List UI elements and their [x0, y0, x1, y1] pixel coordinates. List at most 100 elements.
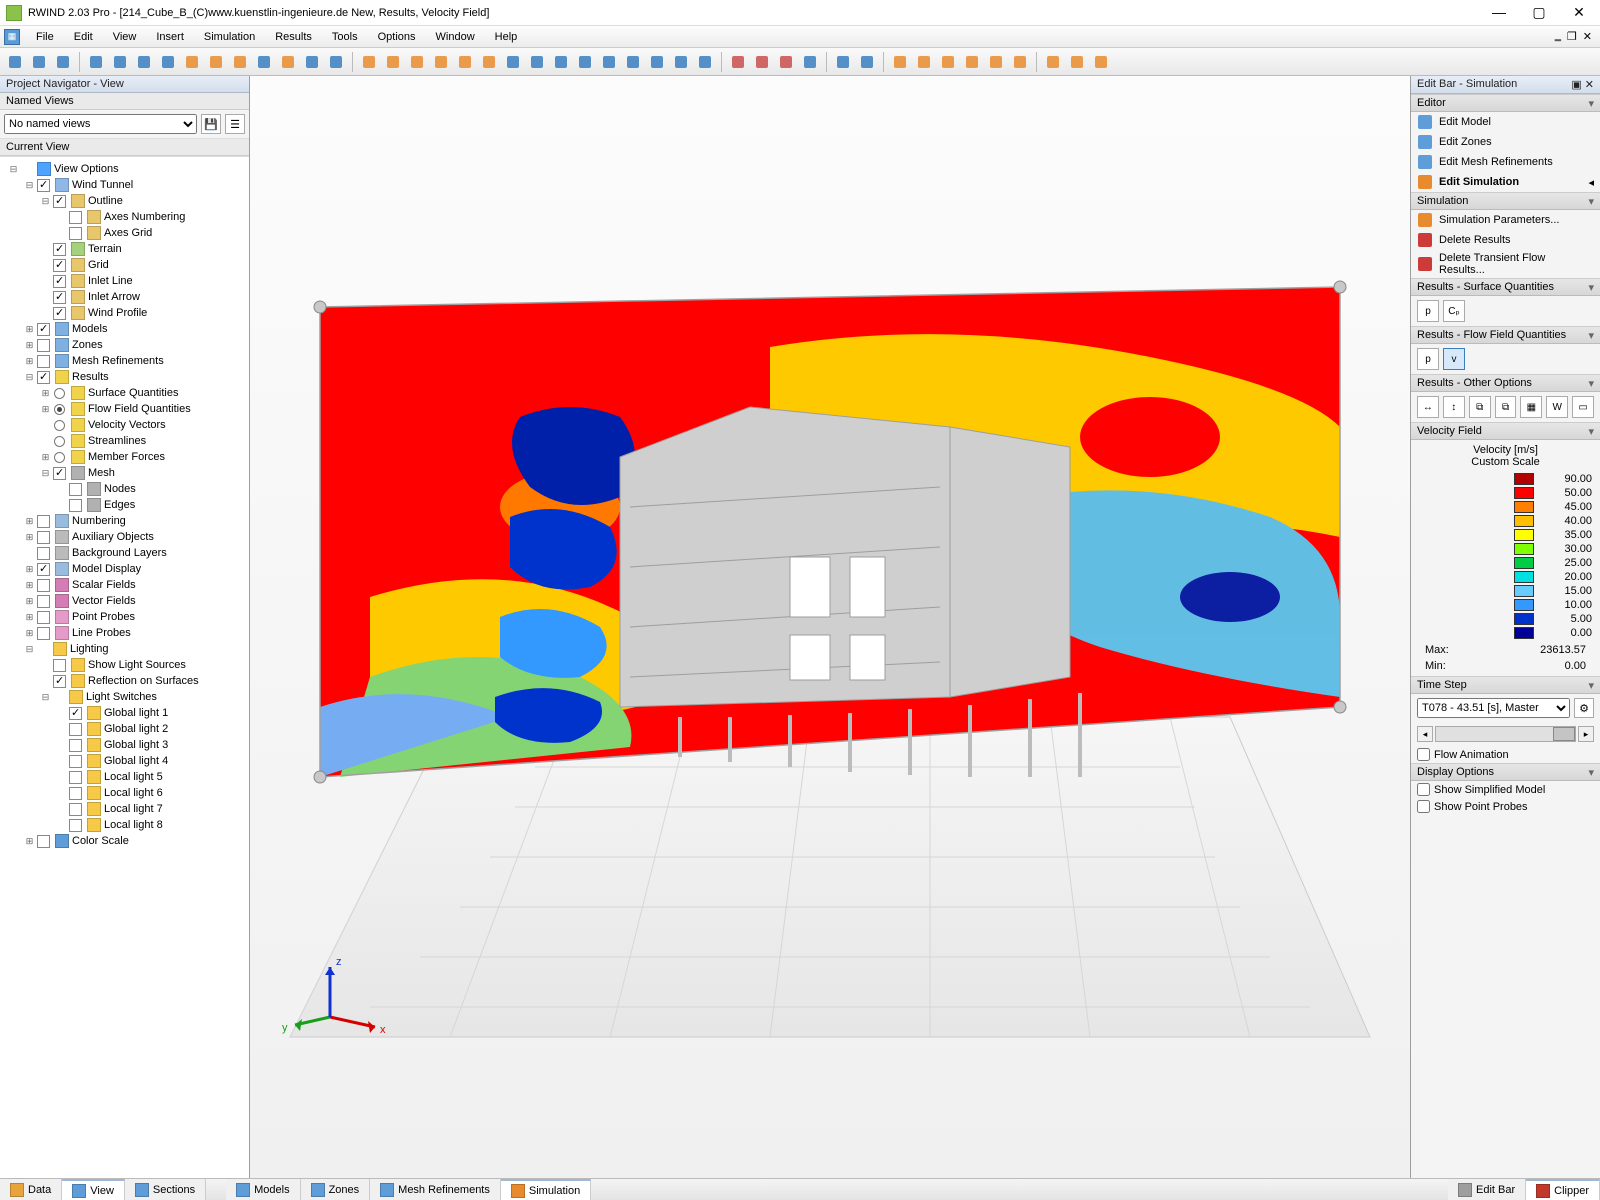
tree-item[interactable]: ⊞Scalar Fields	[2, 577, 247, 593]
toolbar-button-21[interactable]	[478, 51, 500, 73]
toolbar-button-14[interactable]	[325, 51, 347, 73]
other-option-button[interactable]: ⧉	[1469, 396, 1491, 418]
quantity-button[interactable]: v	[1443, 348, 1465, 370]
close-button[interactable]: ✕	[1568, 4, 1590, 21]
menu-edit[interactable]: Edit	[64, 29, 103, 45]
toolbar-button-35[interactable]	[799, 51, 821, 73]
tree-item[interactable]: Velocity Vectors	[2, 417, 247, 433]
named-views-combo[interactable]: No named views	[4, 114, 197, 134]
tree-item[interactable]: Background Layers	[2, 545, 247, 561]
toolbar-button-19[interactable]	[430, 51, 452, 73]
time-step-header[interactable]: Time Step▾	[1411, 676, 1600, 694]
other-option-button[interactable]: ▦	[1520, 396, 1542, 418]
toolbar-button-11[interactable]	[253, 51, 275, 73]
toolbar-button-2[interactable]	[52, 51, 74, 73]
tree-item[interactable]: Wind Profile	[2, 305, 247, 321]
show-simplified-checkbox[interactable]	[1417, 783, 1430, 796]
toolbar-button-40[interactable]	[889, 51, 911, 73]
toolbar-button-12[interactable]	[277, 51, 299, 73]
tree-item[interactable]: ⊟Results	[2, 369, 247, 385]
toolbar-button-27[interactable]	[622, 51, 644, 73]
other-option-button[interactable]: ↔	[1417, 396, 1439, 418]
flow-field-header[interactable]: Results - Flow Field Quantities▾	[1411, 326, 1600, 344]
toolbar-button-6[interactable]	[133, 51, 155, 73]
tree-item[interactable]: ⊟Outline	[2, 193, 247, 209]
tree-item[interactable]: ⊞Numbering	[2, 513, 247, 529]
named-views-manage-icon[interactable]: ☰	[225, 114, 245, 134]
simulation-item[interactable]: Delete Results	[1411, 230, 1600, 250]
tree-item[interactable]: ⊟Lighting	[2, 641, 247, 657]
editor-item[interactable]: Edit Model	[1411, 112, 1600, 132]
tree-item[interactable]: Nodes	[2, 481, 247, 497]
toolbar-button-25[interactable]	[574, 51, 596, 73]
toolbar-button-23[interactable]	[526, 51, 548, 73]
show-probes-checkbox[interactable]	[1417, 800, 1430, 813]
other-option-button[interactable]: W	[1546, 396, 1568, 418]
tree-item[interactable]: Axes Grid	[2, 225, 247, 241]
tree-item[interactable]: Global light 4	[2, 753, 247, 769]
tree-item[interactable]: ⊞Vector Fields	[2, 593, 247, 609]
toolbar-button-45[interactable]	[1009, 51, 1031, 73]
maximize-button[interactable]: ▢	[1528, 4, 1550, 21]
tree-item[interactable]: ⊞Models	[2, 321, 247, 337]
tree-item[interactable]: Inlet Arrow	[2, 289, 247, 305]
tree-item[interactable]: ⊞Flow Field Quantities	[2, 401, 247, 417]
toolbar-button-30[interactable]	[694, 51, 716, 73]
toolbar-button-0[interactable]	[4, 51, 26, 73]
quantity-button[interactable]: p	[1417, 300, 1439, 322]
menu-help[interactable]: Help	[485, 29, 528, 45]
velocity-field-header[interactable]: Velocity Field▾	[1411, 422, 1600, 440]
simulation-section-header[interactable]: Simulation▾	[1411, 192, 1600, 210]
toolbar-button-17[interactable]	[382, 51, 404, 73]
tree-item[interactable]: Axes Numbering	[2, 209, 247, 225]
tree-item[interactable]: ⊟Mesh	[2, 465, 247, 481]
toolbar-button-42[interactable]	[937, 51, 959, 73]
tree-item[interactable]: Local light 6	[2, 785, 247, 801]
tree-item[interactable]: Inlet Line	[2, 273, 247, 289]
mdi-close-icon[interactable]: ✕	[1583, 30, 1592, 43]
menu-file[interactable]: File	[26, 29, 64, 45]
toolbar-button-41[interactable]	[913, 51, 935, 73]
mdi-minimize-icon[interactable]: ‗	[1555, 30, 1561, 43]
toolbar-button-33[interactable]	[751, 51, 773, 73]
tree-item[interactable]: ⊞Model Display	[2, 561, 247, 577]
toolbar-button-37[interactable]	[832, 51, 854, 73]
editor-item[interactable]: Edit Mesh Refinements	[1411, 152, 1600, 172]
toolbar-button-24[interactable]	[550, 51, 572, 73]
toolbar-button-43[interactable]	[961, 51, 983, 73]
toolbar-button-38[interactable]	[856, 51, 878, 73]
tree-item[interactable]: ⊞Mesh Refinements	[2, 353, 247, 369]
view-tree[interactable]: ⊟View Options⊟Wind Tunnel⊟OutlineAxes Nu…	[0, 156, 249, 1178]
toolbar-button-34[interactable]	[775, 51, 797, 73]
tree-item[interactable]: Global light 3	[2, 737, 247, 753]
bottom-tab[interactable]: Sections	[125, 1179, 206, 1200]
other-option-button[interactable]: ⧉	[1495, 396, 1517, 418]
tree-item[interactable]: ⊟Light Switches	[2, 689, 247, 705]
other-option-button[interactable]: ▭	[1572, 396, 1594, 418]
tree-item[interactable]: Global light 2	[2, 721, 247, 737]
editor-section-header[interactable]: Editor▾	[1411, 94, 1600, 112]
toolbar-button-32[interactable]	[727, 51, 749, 73]
bottom-tab[interactable]: Clipper	[1526, 1179, 1600, 1200]
toolbar-button-26[interactable]	[598, 51, 620, 73]
flow-animation-checkbox[interactable]	[1417, 748, 1430, 761]
toolbar-button-10[interactable]	[229, 51, 251, 73]
toolbar-button-7[interactable]	[157, 51, 179, 73]
toolbar-button-44[interactable]	[985, 51, 1007, 73]
bottom-tab[interactable]: Models	[226, 1179, 300, 1200]
time-step-combo[interactable]: T078 - 43.51 [s], Master	[1417, 698, 1570, 718]
tree-item[interactable]: ⊞Auxiliary Objects	[2, 529, 247, 545]
tree-item[interactable]: Local light 5	[2, 769, 247, 785]
model-viewport[interactable]: x y z	[250, 76, 1410, 1178]
tree-item[interactable]: ⊞Zones	[2, 337, 247, 353]
toolbar-button-49[interactable]	[1090, 51, 1112, 73]
menu-insert[interactable]: Insert	[146, 29, 194, 45]
minimize-button[interactable]: —	[1488, 4, 1510, 21]
mdi-restore-icon[interactable]: ❐	[1567, 30, 1577, 43]
toolbar-button-8[interactable]	[181, 51, 203, 73]
toolbar-button-29[interactable]	[670, 51, 692, 73]
other-option-button[interactable]: ↕	[1443, 396, 1465, 418]
tree-item[interactable]: ⊞Line Probes	[2, 625, 247, 641]
time-step-settings-icon[interactable]: ⚙	[1574, 698, 1594, 718]
tree-item[interactable]: ⊟View Options	[2, 161, 247, 177]
